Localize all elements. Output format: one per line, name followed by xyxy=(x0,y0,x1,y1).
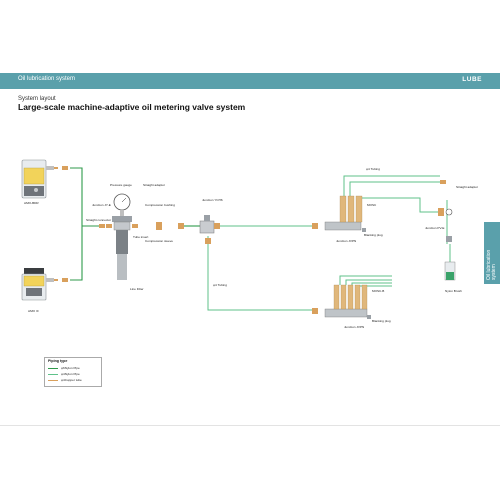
label-straight-connector: Straight connector xyxy=(86,218,111,222)
label-phi4-tubing-mid: φ4 Tubing xyxy=(213,283,227,287)
legend-item: φ4Copper tube xyxy=(48,378,100,382)
label-junction-jy: Junction JY-E xyxy=(92,203,111,207)
footer-divider xyxy=(0,425,500,426)
metering-valve-mosc-b xyxy=(312,284,371,319)
pump-manifold-pipe xyxy=(70,167,83,281)
upper-valve-tubing-2 xyxy=(349,181,440,196)
label-nylon-brush: Nylon Brush xyxy=(445,289,462,293)
phi4-nylon-pipes xyxy=(207,175,451,311)
legend-item: φ4Nylon Pipe xyxy=(48,372,100,376)
lower-valve-tubing-3 xyxy=(351,282,392,285)
label-straight-adaptor-right: Straight adaptor xyxy=(456,185,478,189)
legend-label: φ4Copper tube xyxy=(61,378,82,382)
metering-valve-mosc xyxy=(312,195,366,232)
label-phi4-tubing-top: φ4 Tubing xyxy=(366,167,380,171)
legend-label: φ6Nylon Pipe xyxy=(61,366,80,370)
compression-fittings xyxy=(156,222,184,230)
label-compression-sleeve: Compression sleeve xyxy=(145,239,173,243)
label-junction-jvpn-bottom: Junction JVPN xyxy=(344,325,364,329)
legend-item: φ6Nylon Pipe xyxy=(48,366,100,370)
label-junction-pvc: Junction PV-E xyxy=(425,226,444,230)
junction-ych6 xyxy=(199,215,220,244)
legend-title: Piping type xyxy=(48,359,68,363)
legend-swatch xyxy=(48,380,58,381)
pump-ami-bdr xyxy=(21,159,58,199)
piping-legend: Piping type φ6Nylon Pipe φ4Nylon Pipe φ4… xyxy=(44,357,102,387)
pump-ami-iii xyxy=(21,268,58,301)
pump-fittings xyxy=(62,166,68,282)
label-compression-bushing: Compression bushing xyxy=(145,203,175,207)
label-pressure-gauge: Pressure gauge xyxy=(110,183,132,187)
legend-swatch xyxy=(48,374,58,375)
label-straight-adaptor-top: Straight adaptor xyxy=(143,183,165,187)
label-mosc: MOSC xyxy=(367,203,377,207)
label-ami-bdr: AMO-BDR xyxy=(24,201,39,205)
legend-label: φ4Nylon Pipe xyxy=(61,372,80,376)
label-junction-jvpn-top: Junction JVPN xyxy=(336,239,356,243)
legend-swatch xyxy=(48,368,58,369)
label-junction-ych: Junction YCH6 xyxy=(202,198,223,202)
label-mosc-b: MOSC-B xyxy=(372,289,384,293)
label-line-filter: Line Filter xyxy=(130,287,144,291)
label-blanking-plug-top: Blanking plug xyxy=(364,233,383,237)
label-blanking-plug-bottom: Blanking plug xyxy=(372,319,391,323)
upper-valve-tubing-1 xyxy=(343,175,440,196)
junction-to-lower-valve-pipe xyxy=(207,236,312,311)
label-ami-iii: AMO III xyxy=(28,309,39,313)
